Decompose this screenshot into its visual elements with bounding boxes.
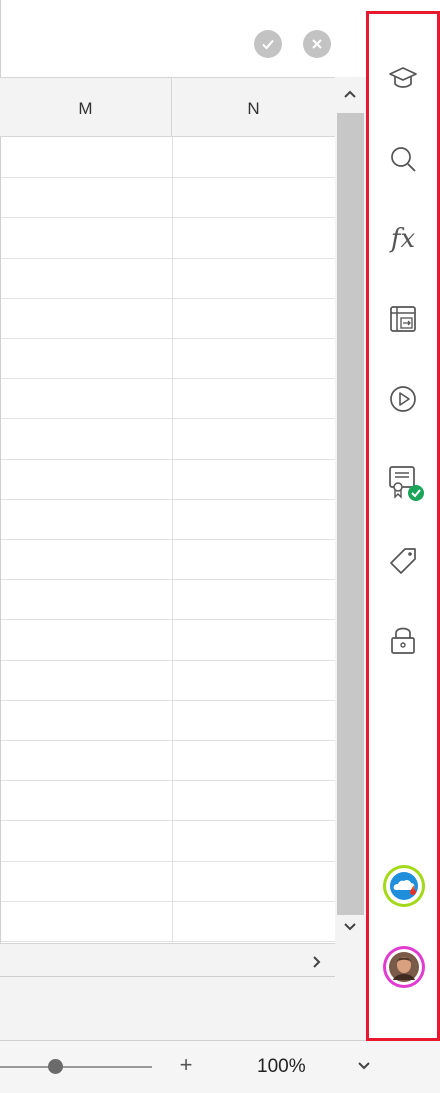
checkmark-icon (262, 39, 274, 50)
row-gridline (1, 941, 336, 942)
table-convert-icon[interactable] (386, 302, 420, 336)
close-icon (312, 39, 322, 49)
spreadsheet-grid[interactable] (0, 137, 336, 943)
tag-icon[interactable] (386, 544, 420, 578)
scrollbar-corner (335, 943, 366, 977)
zoom-slider-track[interactable] (0, 1066, 152, 1068)
row-gridline (1, 418, 336, 419)
row-gridline (1, 700, 336, 701)
cloud-app-icon[interactable] (383, 865, 425, 907)
function-fx-icon[interactable]: fx (386, 222, 420, 256)
zoom-level-value[interactable]: 100% (257, 1056, 306, 1078)
cancel-button[interactable] (303, 30, 331, 58)
chevron-down-icon[interactable] (357, 1061, 371, 1071)
user-avatar[interactable] (383, 946, 425, 988)
formula-bar-area (0, 0, 366, 77)
vertical-scrollbar[interactable] (335, 77, 366, 943)
row-gridline (1, 378, 336, 379)
row-gridline (1, 338, 336, 339)
sheet-tab-area (0, 977, 366, 1041)
row-gridline (1, 579, 336, 580)
row-gridline (1, 177, 336, 178)
row-gridline (1, 459, 336, 460)
lock-icon[interactable] (386, 623, 420, 657)
scrollbar-thumb[interactable] (337, 113, 364, 915)
row-gridline (1, 619, 336, 620)
scroll-up-icon[interactable] (343, 89, 357, 99)
row-gridline (1, 740, 336, 741)
row-gridline (1, 660, 336, 661)
row-gridline (1, 861, 336, 862)
side-tools-panel: fx (366, 11, 440, 1041)
zoom-in-button[interactable]: + (176, 1053, 196, 1077)
row-gridline (1, 539, 336, 540)
row-gridline (1, 901, 336, 902)
search-icon[interactable] (386, 142, 420, 176)
horizontal-scrollbar[interactable] (0, 943, 335, 977)
column-header-n[interactable]: N (172, 78, 335, 136)
column-gridline (172, 137, 173, 943)
column-header-row: M N (0, 77, 335, 137)
scroll-down-icon[interactable] (343, 922, 357, 932)
graduation-cap-icon[interactable] (386, 61, 420, 95)
column-header-m[interactable]: M (0, 78, 171, 136)
play-icon[interactable] (386, 382, 420, 416)
row-gridline (1, 298, 336, 299)
row-gridline (1, 258, 336, 259)
certificate-verified-icon[interactable] (386, 463, 426, 503)
row-gridline (1, 217, 336, 218)
row-gridline (1, 820, 336, 821)
row-gridline (1, 499, 336, 500)
confirm-button[interactable] (254, 30, 282, 58)
status-bar: + 100% (0, 1041, 440, 1093)
row-gridline (1, 780, 336, 781)
zoom-slider-handle[interactable] (48, 1059, 63, 1074)
scroll-right-icon[interactable] (311, 955, 321, 969)
